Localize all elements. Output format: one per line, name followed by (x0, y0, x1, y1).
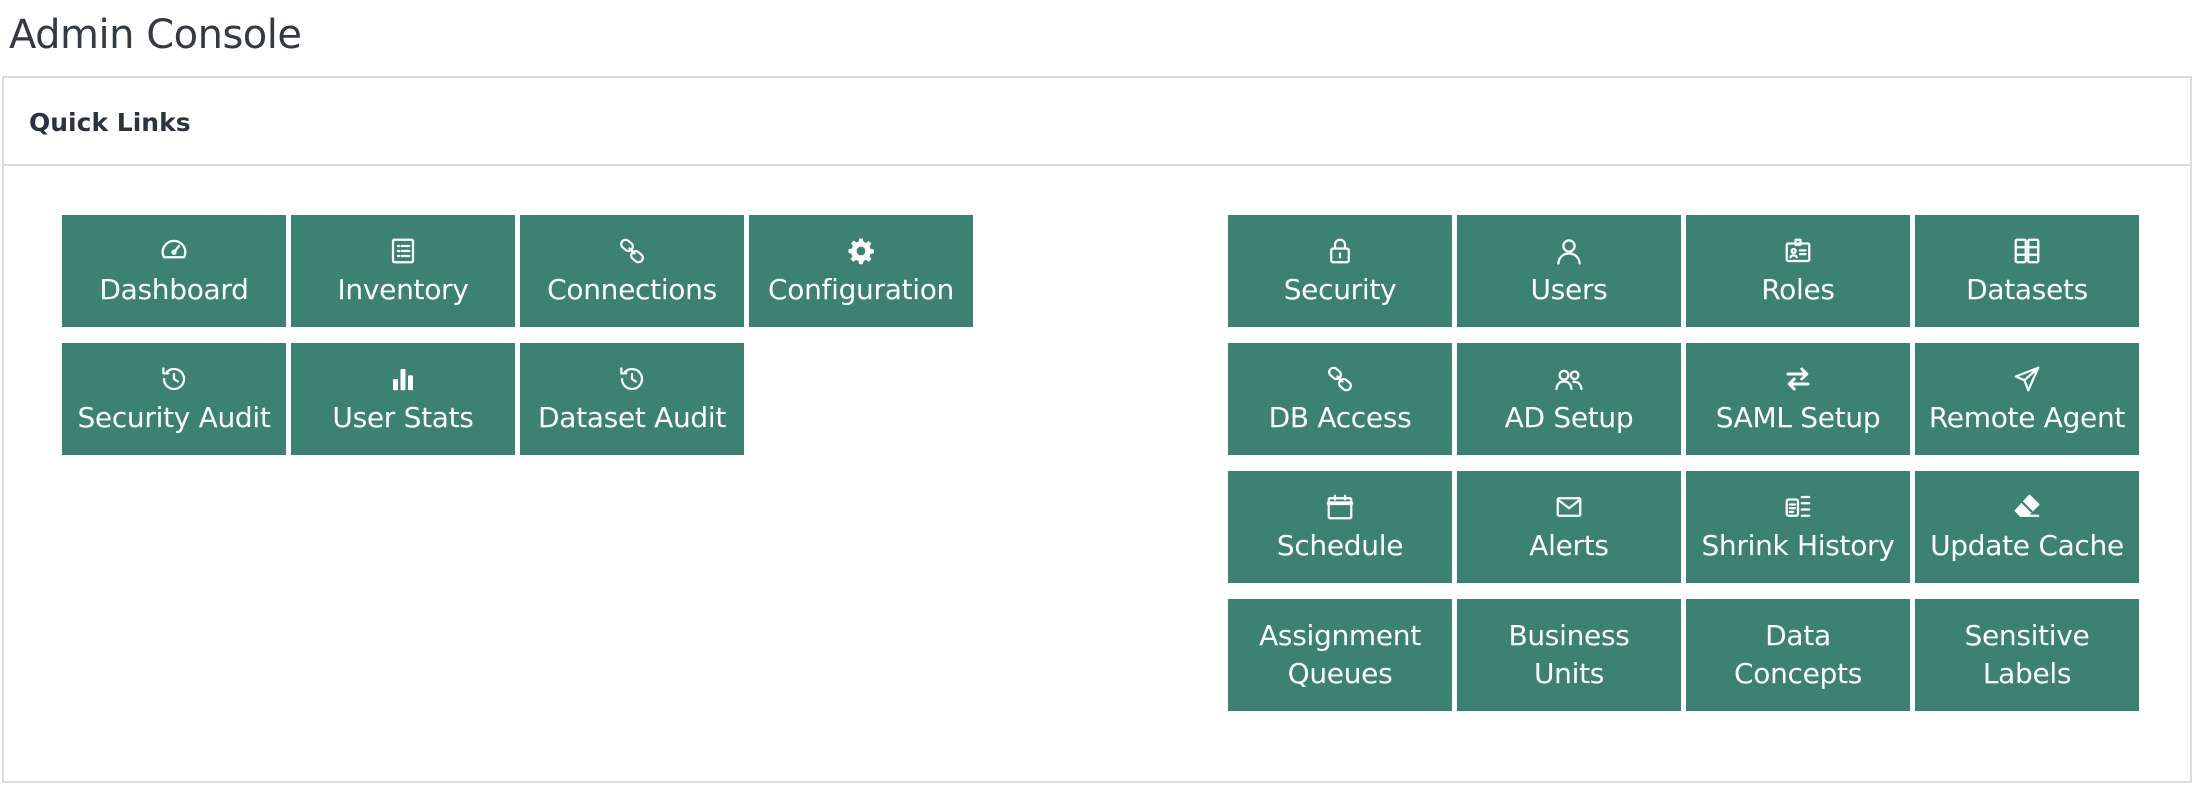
security-tile[interactable]: Security (1228, 215, 1452, 327)
history-list-icon (1686, 491, 1910, 523)
page-title: Admin Console (9, 12, 302, 58)
shrink-history-tile[interactable]: Shrink History (1686, 471, 1910, 583)
ad-setup-tile[interactable]: AD Setup (1457, 343, 1681, 455)
history-icon (62, 363, 286, 395)
link-icon (520, 235, 744, 267)
datasets-tile[interactable]: Datasets (1915, 215, 2139, 327)
paper-plane-icon (1915, 363, 2139, 395)
speedometer-icon (62, 235, 286, 267)
tile-label: Users (1530, 273, 1608, 306)
list-icon (291, 235, 515, 267)
tile-label: Sensitive Labels (1964, 619, 2090, 690)
quick-links-panel: Quick Links Dashboard Inventory Connecti… (2, 76, 2192, 783)
users-icon (1457, 363, 1681, 395)
alerts-tile[interactable]: Alerts (1457, 471, 1681, 583)
id-badge-icon (1686, 235, 1910, 267)
database-icon (1915, 235, 2139, 267)
panel-title: Quick Links (29, 108, 191, 137)
tile-label: Configuration (768, 273, 954, 306)
remote-agent-tile[interactable]: Remote Agent (1915, 343, 2139, 455)
connections-tile[interactable]: Connections (520, 215, 744, 327)
update-cache-tile[interactable]: Update Cache (1915, 471, 2139, 583)
tile-label: Shrink History (1701, 529, 1895, 562)
tile-label: Connections (547, 273, 717, 306)
bar-chart-icon (291, 363, 515, 395)
db-access-tile[interactable]: DB Access (1228, 343, 1452, 455)
tile-label: Remote Agent (1928, 401, 2126, 434)
tile-label: Datasets (1966, 273, 2088, 306)
dashboard-tile[interactable]: Dashboard (62, 215, 286, 327)
data-concepts-tile[interactable]: Data Concepts (1686, 599, 1910, 711)
configuration-tile[interactable]: Configuration (749, 215, 973, 327)
gear-icon (749, 235, 973, 267)
exchange-icon (1686, 363, 1910, 395)
calendar-icon (1228, 491, 1452, 523)
dataset-audit-tile[interactable]: Dataset Audit (520, 343, 744, 455)
user-stats-tile[interactable]: User Stats (291, 343, 515, 455)
tile-label: Update Cache (1930, 529, 2124, 562)
tile-label: Security (1283, 273, 1397, 306)
inventory-tile[interactable]: Inventory (291, 215, 515, 327)
business-units-tile[interactable]: Business Units (1457, 599, 1681, 711)
eraser-icon (1915, 491, 2139, 523)
saml-setup-tile[interactable]: SAML Setup (1686, 343, 1910, 455)
envelope-icon (1457, 491, 1681, 523)
tile-label: DB Access (1268, 401, 1412, 434)
security-audit-tile[interactable]: Security Audit (62, 343, 286, 455)
tile-label: SAML Setup (1715, 401, 1881, 434)
roles-tile[interactable]: Roles (1686, 215, 1910, 327)
lock-icon (1228, 235, 1452, 267)
user-icon (1457, 235, 1681, 267)
tile-label: Schedule (1276, 529, 1404, 562)
sensitive-labels-tile[interactable]: Sensitive Labels (1915, 599, 2139, 711)
tile-label: Assignment Queues (1259, 619, 1421, 690)
assignment-queues-tile[interactable]: Assignment Queues (1228, 599, 1452, 711)
tile-label: User Stats (332, 401, 474, 434)
panel-header: Quick Links (4, 78, 2190, 166)
tile-label: AD Setup (1504, 401, 1634, 434)
tile-label: Roles (1761, 273, 1835, 306)
schedule-tile[interactable]: Schedule (1228, 471, 1452, 583)
tile-label: Security Audit (77, 401, 271, 434)
tile-label: Business Units (1508, 619, 1630, 690)
tile-label: Data Concepts (1734, 619, 1862, 690)
tile-label: Dashboard (99, 273, 249, 306)
users-tile[interactable]: Users (1457, 215, 1681, 327)
tile-label: Dataset Audit (537, 401, 727, 434)
history-icon (520, 363, 744, 395)
tile-label: Inventory (337, 273, 469, 306)
link-icon (1228, 363, 1452, 395)
tile-label: Alerts (1529, 529, 1609, 562)
